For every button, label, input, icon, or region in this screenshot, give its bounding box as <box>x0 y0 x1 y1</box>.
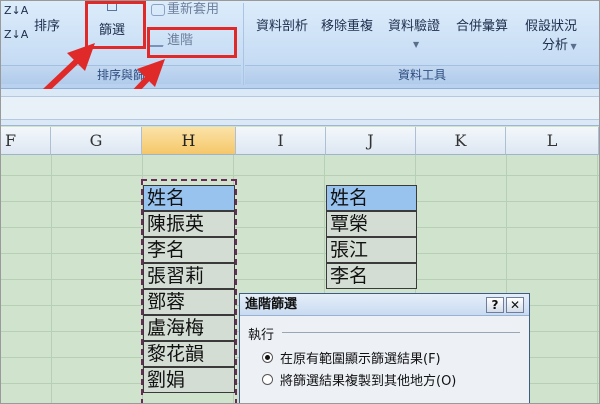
column-header-f[interactable]: F <box>1 127 51 155</box>
copy-to-location-label[interactable]: 將篩選結果複製到其他地方(O) <box>280 370 456 389</box>
formula-input[interactable] <box>1 96 599 120</box>
filter-in-place-radio[interactable] <box>262 352 273 363</box>
list-j-item[interactable]: 張江 <box>326 237 417 263</box>
list-h-item[interactable]: 李名 <box>143 237 235 263</box>
action-section-label: 執行 <box>248 328 275 343</box>
list-h-item[interactable]: 鄧蓉 <box>143 289 235 315</box>
formula-bar-area <box>1 89 599 126</box>
list-j-item[interactable]: 覃榮 <box>326 211 417 237</box>
section-divider <box>282 332 520 333</box>
filter-in-place-label[interactable]: 在原有範圍顯示篩選結果(F) <box>280 348 441 367</box>
list-h-header[interactable]: 姓名 <box>143 185 235 211</box>
list-h-item[interactable]: 黎花韻 <box>143 341 235 367</box>
close-button[interactable]: ✕ <box>506 297 524 313</box>
column-header-i[interactable]: I <box>236 127 326 155</box>
column-header-g[interactable]: G <box>51 127 142 155</box>
list-h-item[interactable]: 張習莉 <box>143 263 235 289</box>
list-h-item[interactable]: 劉娟 <box>143 367 235 393</box>
column-header-j[interactable]: J <box>326 127 416 155</box>
column-header-l[interactable]: L <box>506 127 599 155</box>
column-header-k[interactable]: K <box>416 127 506 155</box>
advanced-filter-dialog: 進階篩選 ? ✕ 執行 在原有範圍顯示篩選結果(F) 將篩選結果複製到其他地方(… <box>239 293 530 403</box>
list-h-item[interactable]: 陳振英 <box>143 211 235 237</box>
help-button[interactable]: ? <box>486 297 504 313</box>
list-j-item[interactable]: 李名 <box>326 263 417 289</box>
callout-arrow-left <box>40 43 95 96</box>
excel-window: Z↓A Z↓A 排序 篩選 重新套用 進階 排序與篩 資料剖析 移除重複 資料驗… <box>0 0 600 404</box>
column-header-h[interactable]: H <box>142 127 236 155</box>
list-j-header[interactable]: 姓名 <box>326 185 417 211</box>
list-h-item[interactable]: 盧海梅 <box>143 315 235 341</box>
copy-to-location-radio[interactable] <box>262 374 273 385</box>
